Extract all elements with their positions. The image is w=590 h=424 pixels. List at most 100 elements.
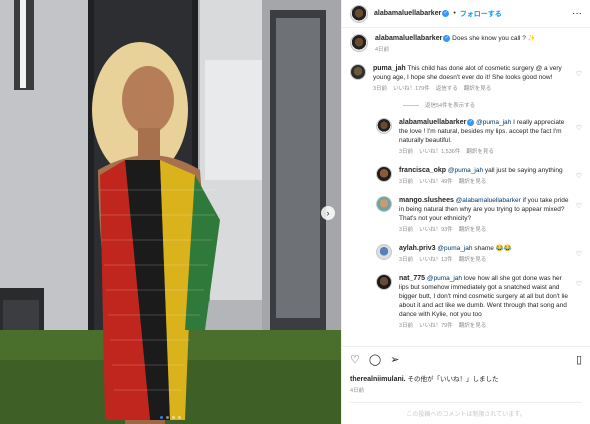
mention-link[interactable]: @puma_jah	[448, 167, 483, 174]
mention-link[interactable]: @puma_jah	[427, 275, 462, 282]
action-icons: ♡ ◯ ➢ ▯	[350, 353, 582, 367]
comments-list[interactable]: alabamaluellabarker ✓ Does she know you c…	[342, 28, 590, 346]
translate-button[interactable]: 翻訳を見る	[459, 256, 487, 265]
verified-badge-icon: ✓	[442, 10, 450, 17]
liked-by-text[interactable]: その他が「いいね！」しました	[407, 376, 498, 383]
comment-likes[interactable]: いいね！49件	[419, 178, 453, 187]
comment-body: francisca_okp @puma_jah yall just be say…	[399, 166, 582, 187]
avatar[interactable]	[376, 196, 392, 212]
comment-username[interactable]: puma_jah	[373, 65, 406, 72]
heart-icon[interactable]: ♡	[350, 354, 360, 366]
comment-item: puma_jah This child has done alot of cos…	[350, 64, 582, 94]
comment-likes[interactable]: いいね！93件	[419, 226, 453, 235]
heart-icon[interactable]: ♡	[576, 70, 582, 78]
avatar[interactable]	[376, 244, 392, 260]
heart-icon[interactable]: ♡	[576, 250, 582, 258]
post-actions: ♡ ◯ ➢ ▯ therealniimulani. その他が「いいね！」しました…	[342, 346, 590, 424]
comment-time: 3日前	[399, 179, 414, 185]
translate-button[interactable]: 翻訳を見る	[464, 85, 492, 94]
author-avatar[interactable]	[350, 4, 368, 23]
comment-likes[interactable]: いいね！13件	[419, 256, 453, 265]
next-photo-button[interactable]: ›	[321, 206, 335, 220]
mention-link[interactable]: @alabamaluellabarker	[456, 197, 521, 204]
reply-item: francisca_okp @puma_jah yall just be say…	[376, 166, 582, 187]
comment-body: alabamaluellabarker ✓ Does she know you c…	[375, 34, 582, 55]
comment-text: Does she know you call ? ✨	[452, 35, 536, 42]
comment-username[interactable]: francisca_okp	[399, 167, 446, 174]
comment-meta: 3日前 いいね！49件 翻訳を見る	[399, 178, 570, 187]
translate-button[interactable]: 翻訳を見る	[459, 226, 487, 235]
reply-item: nat_775 @puma_jah love how all she got d…	[376, 274, 582, 331]
mention-link[interactable]: @puma_jah	[437, 245, 472, 252]
post-photo[interactable]: ›	[0, 0, 341, 424]
bookmark-icon[interactable]: ▯	[576, 354, 582, 366]
verified-badge-icon: ✓	[443, 34, 451, 42]
carousel-dots	[0, 416, 341, 419]
carousel-dot-active	[160, 416, 163, 419]
view-replies-button[interactable]: 返信54件を表示する	[403, 101, 582, 109]
comment-time: 4日前	[375, 47, 390, 53]
comment-body: puma_jah This child has done alot of cos…	[373, 64, 582, 94]
liked-by-username[interactable]: therealniimulani.	[350, 376, 406, 383]
reply-button[interactable]: 返信する	[436, 85, 458, 94]
heart-icon[interactable]: ♡	[576, 124, 582, 132]
avatar[interactable]	[376, 274, 392, 290]
comment-likes[interactable]: いいね！79件	[419, 322, 453, 331]
verified-badge-icon: ✓	[467, 118, 475, 126]
view-replies-label: 返信54件を表示する	[425, 103, 476, 109]
avatar[interactable]	[376, 166, 392, 182]
comment-meta: 4日前	[375, 46, 570, 55]
separator-dot: •	[453, 10, 456, 17]
share-icon[interactable]: ➢	[390, 354, 399, 366]
avatar[interactable]	[350, 64, 366, 80]
caption: alabamaluellabarker ✓ Does she know you c…	[350, 34, 582, 55]
comment-username[interactable]: mango.slushees	[399, 197, 454, 204]
comment-meta: 3日前 いいね！1,536件 翻訳を見る	[399, 148, 570, 157]
avatar[interactable]	[350, 34, 368, 52]
liked-by: therealniimulani. その他が「いいね！」しました	[350, 373, 582, 383]
mention-link[interactable]: @puma_jah	[476, 119, 511, 126]
comment-username[interactable]: aylah.priv3	[399, 245, 436, 252]
carousel-dot	[172, 416, 175, 419]
translate-button[interactable]: 翻訳を見る	[459, 178, 487, 187]
comment-body: aylah.priv3 @puma_jah shame 😂😂 3日前 いいね！1…	[399, 244, 582, 265]
comment-meta: 3日前 いいね！79件 翻訳を見る	[399, 322, 570, 331]
comment-time: 3日前	[399, 257, 414, 263]
heart-icon[interactable]: ♡	[576, 280, 582, 288]
comment-body: nat_775 @puma_jah love how all she got d…	[399, 274, 582, 331]
translate-button[interactable]: 翻訳を見る	[466, 148, 494, 157]
more-options-icon[interactable]: ···	[572, 8, 582, 19]
post-modal: › alabamaluellabarker ✓ • フォローする ··· ala…	[0, 0, 590, 424]
author-username[interactable]: alabamaluellabarker	[374, 10, 441, 17]
comment-username[interactable]: alabamaluellabarker	[375, 35, 442, 42]
post-header: alabamaluellabarker ✓ • フォローする ···	[342, 0, 590, 28]
comment-text: yall just be saying anything	[483, 167, 563, 174]
photo-illustration	[0, 0, 341, 424]
translate-button[interactable]: 翻訳を見る	[459, 322, 487, 331]
comment-time: 3日前	[399, 227, 414, 233]
comment-meta: 3日前 いいね！179件 返信する 翻訳を見る	[373, 85, 570, 94]
post-sidebar: alabamaluellabarker ✓ • フォローする ··· alaba…	[341, 0, 590, 424]
comment-username[interactable]: nat_775	[399, 275, 425, 282]
comment-text: shame 😂😂	[472, 245, 512, 252]
post-date: 4日前	[350, 388, 365, 394]
heart-icon[interactable]: ♡	[576, 202, 582, 210]
comment-username[interactable]: alabamaluellabarker	[399, 119, 466, 126]
comment-likes[interactable]: いいね！179件	[393, 85, 430, 94]
comment-body: mango.slushees @alabamaluellabarker if y…	[399, 196, 582, 235]
avatar[interactable]	[376, 118, 392, 134]
reply-item: mango.slushees @alabamaluellabarker if y…	[376, 196, 582, 235]
comment-text: love how all she got done was her lips b…	[399, 275, 569, 318]
carousel-dot	[166, 416, 169, 419]
heart-icon[interactable]: ♡	[576, 172, 582, 180]
comment-time: 3日前	[373, 86, 388, 92]
chevron-right-icon: ›	[326, 208, 330, 218]
comment-meta: 3日前 いいね！13件 翻訳を見る	[399, 256, 570, 265]
comment-icon[interactable]: ◯	[369, 354, 381, 366]
comment-time: 3日前	[399, 323, 414, 329]
carousel-dot	[178, 416, 181, 419]
comment-likes[interactable]: いいね！1,536件	[419, 148, 460, 157]
comments-restricted-notice: この投稿へのコメントは制限されています。	[350, 402, 582, 424]
comment-meta: 3日前 いいね！93件 翻訳を見る	[399, 226, 570, 235]
follow-button[interactable]: フォローする	[460, 9, 502, 19]
